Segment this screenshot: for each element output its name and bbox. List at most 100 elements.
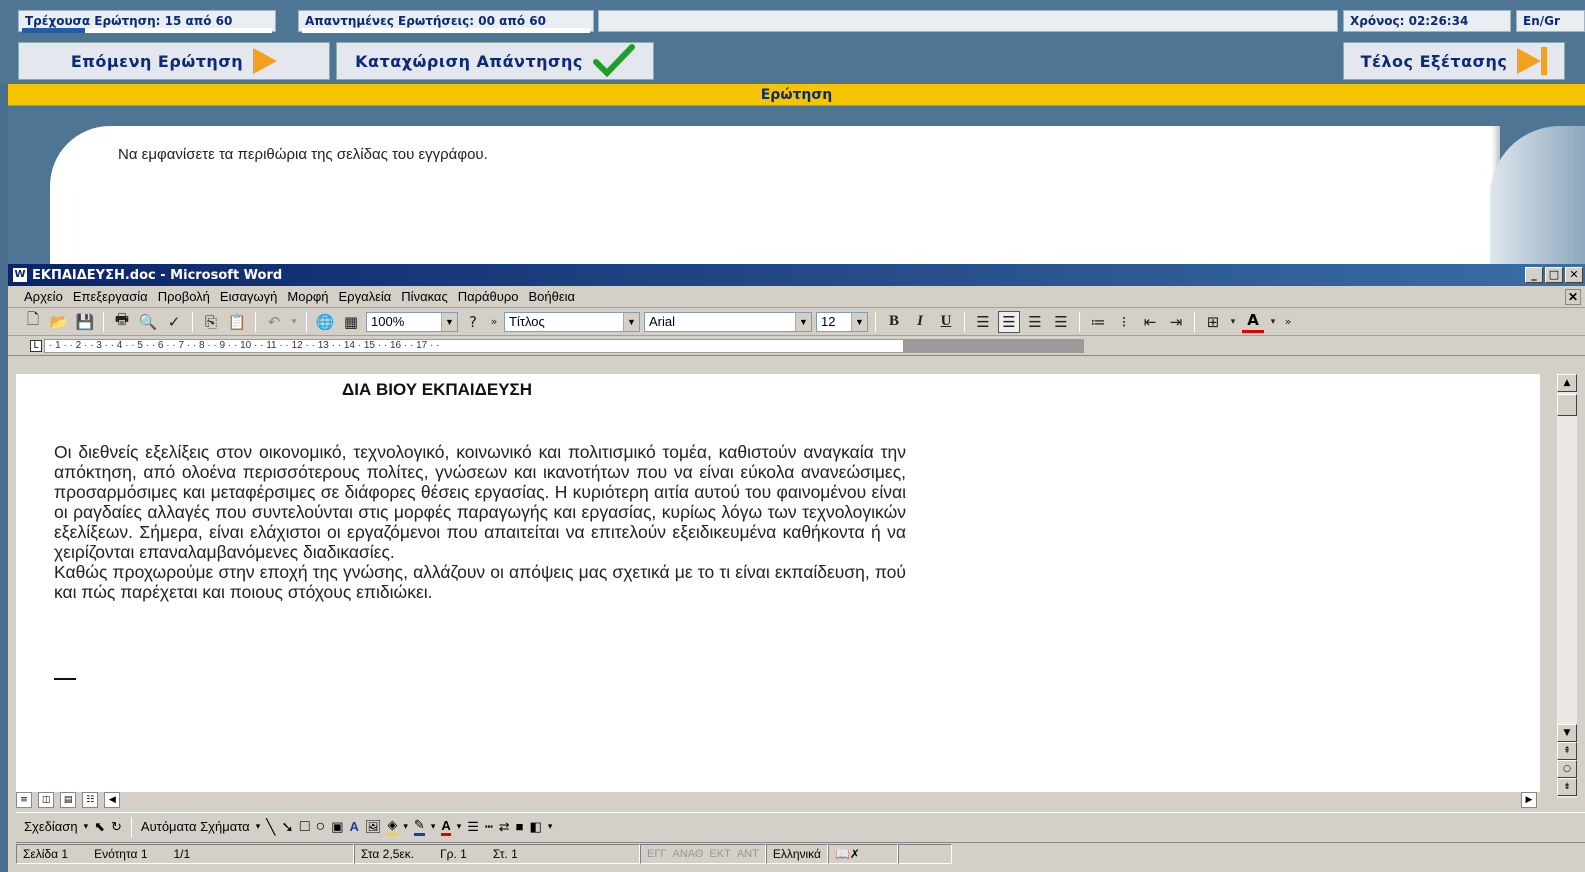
help-icon[interactable]: ?: [462, 311, 484, 333]
zoom-combo[interactable]: 100% ▼: [366, 311, 458, 332]
print-layout-icon[interactable]: ▤: [60, 792, 77, 808]
decrease-indent-icon[interactable]: ⇤: [1139, 311, 1161, 333]
status-ext[interactable]: ΕΚΤ: [709, 848, 730, 860]
minimize-button[interactable]: _: [1525, 267, 1543, 283]
spelling-status-icon[interactable]: 📖✗: [827, 843, 898, 864]
font-dropdown-icon[interactable]: ▼: [795, 312, 811, 331]
bold-button[interactable]: B: [883, 311, 905, 333]
menu-insert[interactable]: Εισαγωγή: [220, 289, 277, 304]
spelling-icon[interactable]: ✓: [163, 311, 185, 333]
oval-icon[interactable]: ○: [316, 818, 326, 836]
free-rotate-icon[interactable]: ↻: [111, 819, 122, 835]
copy-icon[interactable]: ⎘: [200, 311, 222, 333]
line-icon[interactable]: ╲: [266, 818, 275, 836]
outline-view-icon[interactable]: ☷: [82, 792, 99, 808]
autoshapes-dropdown-icon[interactable]: ▾: [256, 821, 261, 832]
draw-font-color-dropdown-icon[interactable]: ▾: [457, 821, 462, 832]
table-icon[interactable]: ▦: [340, 311, 362, 333]
menu-format[interactable]: Μορφή: [287, 289, 328, 304]
more-buttons-icon[interactable]: »: [488, 311, 500, 333]
italic-button[interactable]: I: [909, 311, 931, 333]
close-document-icon[interactable]: ✕: [1565, 289, 1581, 305]
end-exam-button[interactable]: Τέλος Εξέτασης: [1343, 42, 1565, 80]
3d-dropdown-icon[interactable]: ▾: [548, 821, 553, 832]
select-browse-object-icon[interactable]: ○: [1557, 760, 1577, 778]
print-preview-icon[interactable]: 🔍: [137, 311, 159, 333]
fill-color-dropdown-icon[interactable]: ▾: [403, 821, 408, 832]
line-style-icon[interactable]: ☰: [467, 819, 479, 835]
clipart-icon[interactable]: 🖼: [365, 819, 382, 835]
line-color-dropdown-icon[interactable]: ▾: [431, 821, 436, 832]
save-icon[interactable]: 💾: [74, 311, 96, 333]
submit-answer-button[interactable]: Καταχώριση Απάντησης: [336, 42, 654, 80]
borders-icon[interactable]: ⊞: [1202, 311, 1224, 333]
line-color-icon[interactable]: ✎: [413, 817, 425, 836]
align-right-icon[interactable]: ☰: [1024, 311, 1046, 333]
status-rec[interactable]: ΕΓΓ: [647, 848, 666, 860]
menu-edit[interactable]: Επεξεργασία: [73, 289, 148, 304]
vertical-scrollbar[interactable]: ▲ ▼ ⇞ ○ ⇟: [1557, 374, 1577, 798]
draw-font-color-icon[interactable]: A: [441, 818, 451, 836]
autoshapes-menu[interactable]: Αυτόματα Σχήματα: [141, 819, 250, 834]
menu-tools[interactable]: Εργαλεία: [339, 289, 392, 304]
style-combo[interactable]: Τίτλος ▼: [504, 311, 640, 332]
scroll-down-icon[interactable]: ▼: [1557, 724, 1577, 742]
menu-table[interactable]: Πίνακας: [401, 289, 447, 304]
language-toggle-button[interactable]: En/Gr: [1516, 10, 1585, 32]
menu-window[interactable]: Παράθυρο: [458, 289, 519, 304]
undo-dropdown-icon[interactable]: ▾: [289, 311, 299, 333]
menu-file[interactable]: Αρχείο: [24, 289, 63, 304]
numbering-icon[interactable]: ≔: [1087, 311, 1109, 333]
toolbar-options-icon[interactable]: »: [1282, 311, 1294, 333]
horizontal-scrollbar[interactable]: ≡ ◫ ▤ ☷ ◀ ▶: [16, 792, 1540, 810]
document-page[interactable]: ΔΙΑ ΒΙΟΥ ΕΚΠΑΙΔΕΥΣΗ Οι διεθνείς εξελίξει…: [16, 374, 1540, 792]
draw-menu[interactable]: Σχεδίαση: [24, 819, 78, 834]
next-question-button[interactable]: Επόμενη Ερώτηση: [18, 42, 330, 80]
tab-selector-icon[interactable]: L: [30, 340, 42, 352]
menu-help[interactable]: Βοήθεια: [529, 289, 576, 304]
arrow-icon[interactable]: ➘: [281, 818, 294, 836]
normal-view-icon[interactable]: ≡: [16, 792, 32, 808]
font-size-combo[interactable]: 12 ▼: [816, 311, 868, 332]
menu-view[interactable]: Προβολή: [158, 289, 210, 304]
font-color-dropdown-icon[interactable]: ▾: [1268, 311, 1278, 333]
select-objects-icon[interactable]: ⬉: [94, 819, 105, 835]
close-button[interactable]: ✕: [1565, 267, 1583, 283]
status-trk[interactable]: ΑΝΑΘ: [672, 848, 703, 860]
wordart-icon[interactable]: A: [349, 819, 358, 834]
print-icon[interactable]: 🖶: [111, 310, 133, 333]
align-center-icon[interactable]: ☰: [998, 310, 1020, 333]
new-document-icon[interactable]: 🗋: [22, 310, 44, 333]
draw-menu-dropdown-icon[interactable]: ▾: [84, 821, 89, 832]
open-folder-icon[interactable]: 📂: [48, 311, 70, 333]
justify-icon[interactable]: ☰: [1050, 311, 1072, 333]
scroll-right-icon[interactable]: ▶: [1521, 792, 1537, 808]
increase-indent-icon[interactable]: ⇥: [1165, 311, 1187, 333]
horizontal-ruler[interactable]: L · 1 · · 2 · · 3 · · 4 · · 5 · · 6 · · …: [8, 336, 1585, 356]
word-document-icon[interactable]: W: [12, 267, 28, 283]
style-dropdown-icon[interactable]: ▼: [623, 312, 639, 331]
web-view-icon[interactable]: ◫: [38, 792, 55, 808]
next-page-icon[interactable]: ⇟: [1557, 778, 1577, 796]
arrow-style-icon[interactable]: ⇄: [499, 819, 510, 835]
font-color-icon[interactable]: A: [1242, 311, 1264, 333]
scroll-left-icon[interactable]: ◀: [104, 792, 121, 808]
dash-style-icon[interactable]: ┅: [485, 819, 493, 835]
previous-page-icon[interactable]: ⇞: [1557, 742, 1577, 760]
undo-icon[interactable]: ↶: [263, 311, 285, 333]
zoom-dropdown-icon[interactable]: ▼: [441, 312, 457, 331]
bullets-icon[interactable]: ⁝: [1113, 311, 1135, 333]
3d-icon[interactable]: ◧: [530, 819, 542, 835]
underline-button[interactable]: U: [935, 311, 957, 333]
maximize-button[interactable]: □: [1545, 267, 1563, 283]
text-box-icon[interactable]: ▣: [331, 819, 343, 835]
scroll-thumb[interactable]: [1557, 394, 1577, 416]
fill-color-icon[interactable]: ◈: [387, 817, 398, 836]
align-left-icon[interactable]: ☰: [972, 311, 994, 333]
paste-icon[interactable]: 📋: [226, 311, 248, 333]
font-combo[interactable]: Arial ▼: [644, 311, 812, 332]
scroll-up-icon[interactable]: ▲: [1557, 374, 1577, 392]
status-ovr[interactable]: ΑΝΤ: [737, 848, 759, 860]
borders-dropdown-icon[interactable]: ▾: [1228, 311, 1238, 333]
rectangle-icon[interactable]: □: [300, 818, 310, 836]
